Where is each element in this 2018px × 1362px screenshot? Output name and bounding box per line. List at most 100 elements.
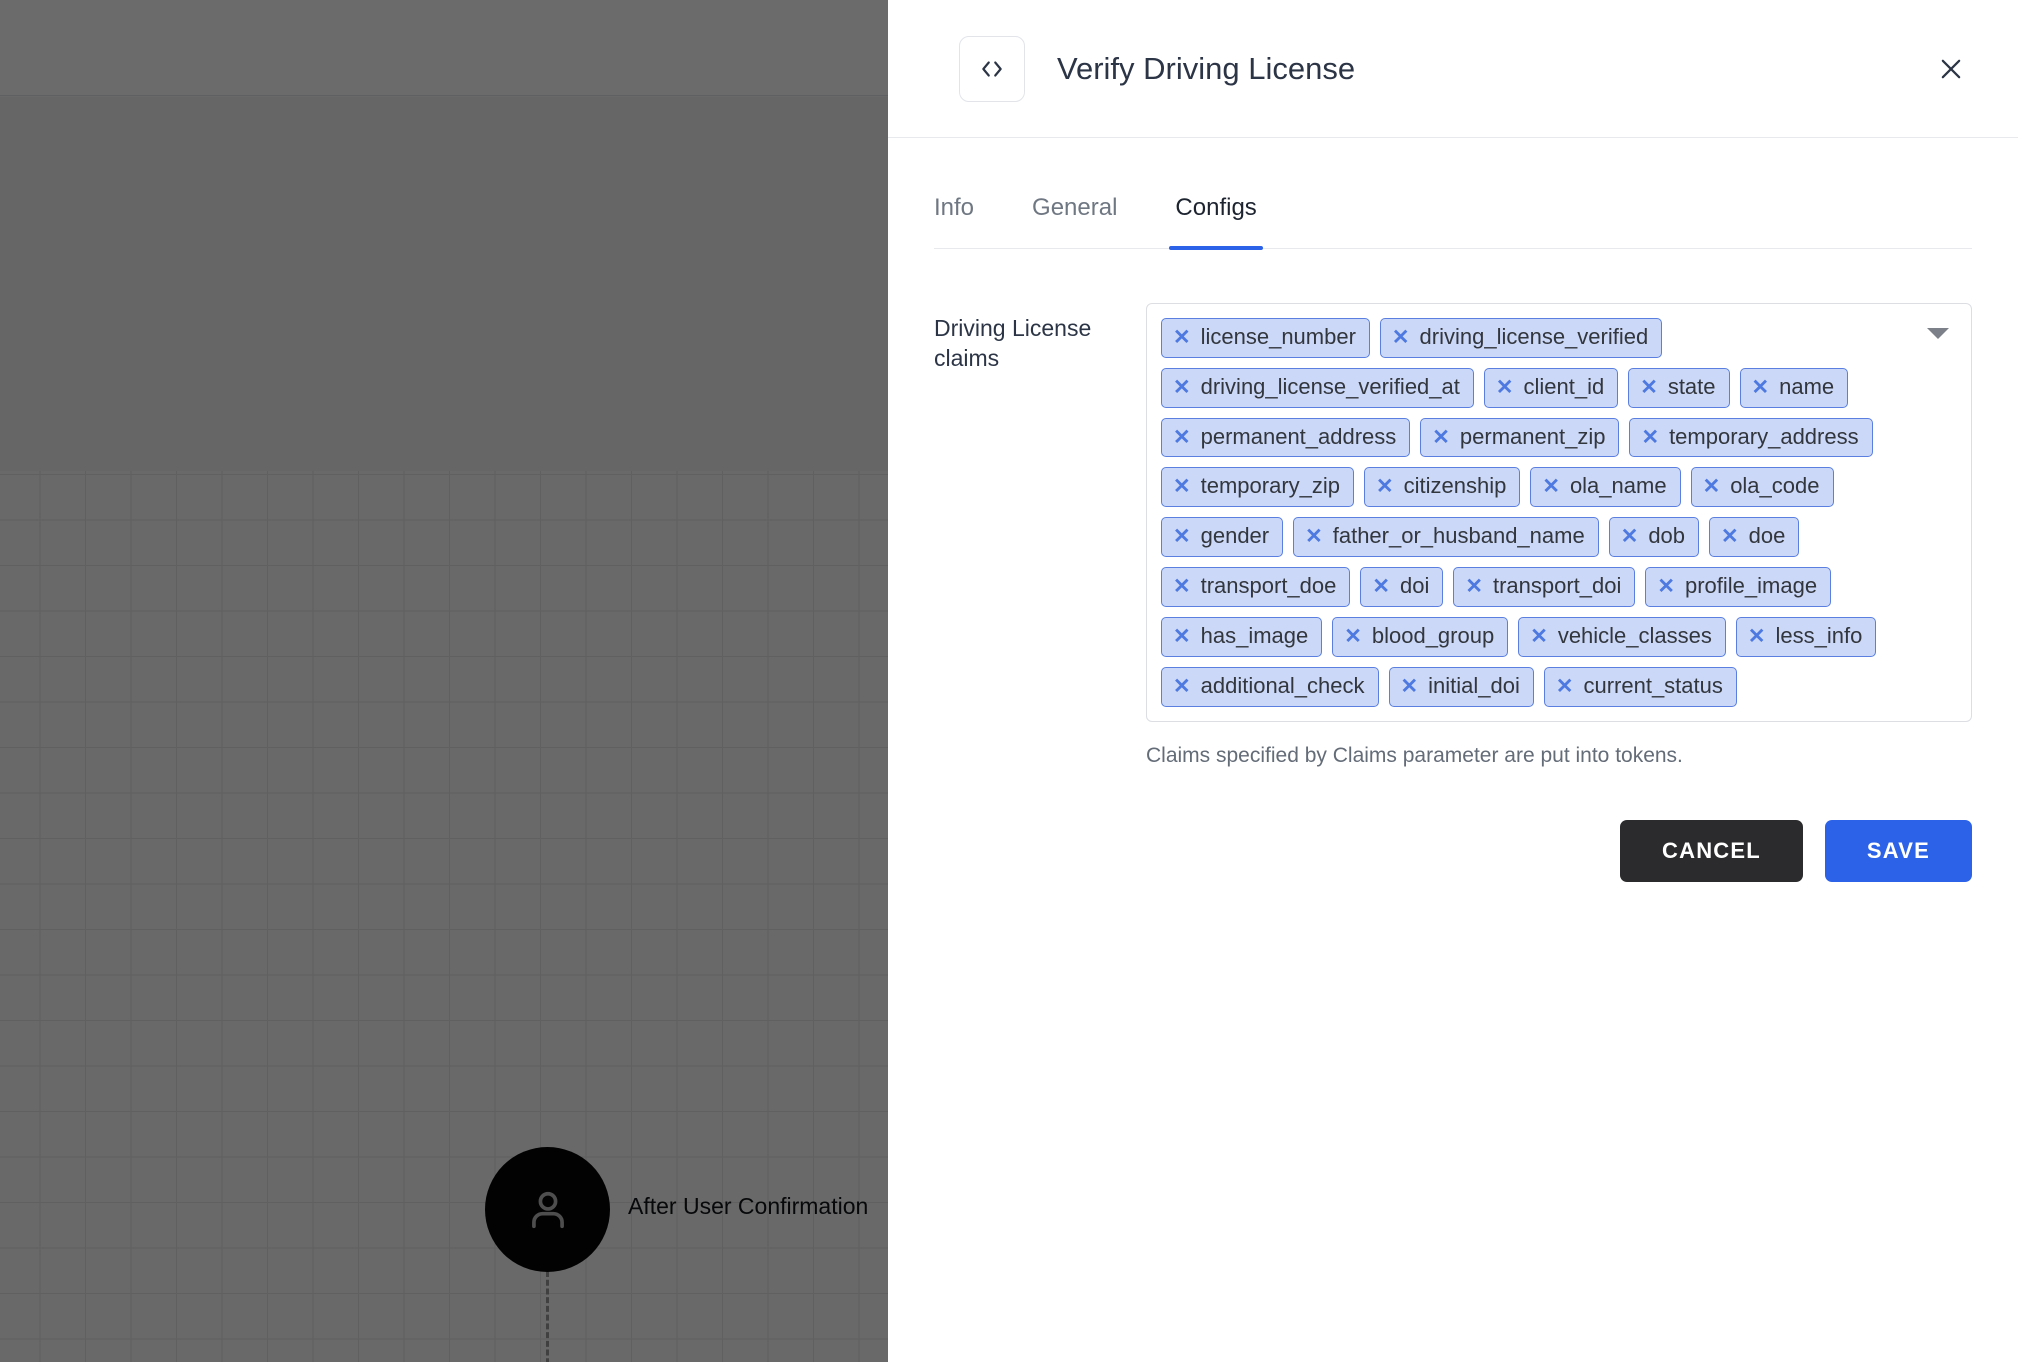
close-small-icon[interactable]: ✕ bbox=[1173, 526, 1191, 547]
tab-configs[interactable]: Configs bbox=[1169, 172, 1264, 250]
claim-chip[interactable]: ✕ additional_check bbox=[1161, 666, 1379, 707]
close-small-icon[interactable]: ✕ bbox=[1542, 476, 1560, 497]
close-small-icon[interactable]: ✕ bbox=[1305, 526, 1323, 547]
claim-chip-label: permanent_zip bbox=[1459, 423, 1606, 449]
chevron-down-icon[interactable] bbox=[1927, 328, 1949, 339]
claim-chip[interactable]: ✕ doi bbox=[1360, 567, 1444, 607]
claim-chip-label: dob bbox=[1648, 523, 1686, 549]
claims-chip-list: ✕ license_number ✕ driving_license_verified… bbox=[1161, 318, 1901, 707]
tab-info[interactable]: Info bbox=[934, 172, 974, 248]
close-small-icon[interactable]: ✕ bbox=[1657, 576, 1675, 597]
close-small-icon[interactable]: ✕ bbox=[1173, 476, 1191, 497]
claim-chip-label: ola_code bbox=[1730, 473, 1820, 499]
claim-chip[interactable]: ✕ citizenship bbox=[1364, 467, 1521, 508]
claim-chip-label: driving_license_verified bbox=[1419, 324, 1649, 349]
close-small-icon[interactable]: ✕ bbox=[1641, 427, 1659, 448]
claim-chip-label: transport_doi bbox=[1492, 573, 1622, 599]
modal-header: Verify Driving License bbox=[888, 0, 2018, 138]
claim-chip-label: state bbox=[1667, 373, 1716, 399]
claim-chip[interactable]: ✕ ola_name bbox=[1530, 467, 1681, 508]
claim-chip-label: blood_group bbox=[1371, 622, 1495, 648]
claim-chip-label: less_info bbox=[1775, 622, 1863, 648]
close-small-icon[interactable]: ✕ bbox=[1621, 526, 1639, 547]
claim-chip-label: initial_doi bbox=[1428, 672, 1520, 698]
cancel-button[interactable]: CANCEL bbox=[1620, 819, 1803, 882]
claim-chip[interactable]: ✕ dob bbox=[1608, 517, 1700, 558]
modal-body: Info General Configs Driving License cla… bbox=[888, 138, 2018, 1362]
close-small-icon[interactable]: ✕ bbox=[1173, 377, 1191, 398]
close-small-icon[interactable]: ✕ bbox=[1173, 626, 1191, 647]
close-small-icon[interactable]: ✕ bbox=[1752, 377, 1770, 398]
tab-general[interactable]: General bbox=[1032, 172, 1117, 248]
claim-chip-label: name bbox=[1779, 373, 1835, 399]
claim-chip[interactable]: ✕ client_id bbox=[1483, 367, 1619, 408]
claim-chip-label: license_number bbox=[1200, 324, 1356, 349]
claim-chip-label: transport_doe bbox=[1200, 573, 1337, 599]
driving-license-claims-label: Driving License claims bbox=[934, 315, 1092, 372]
claim-chip[interactable]: ✕ state bbox=[1628, 367, 1730, 408]
claim-chip-label: gender bbox=[1200, 523, 1270, 549]
close-small-icon[interactable]: ✕ bbox=[1721, 526, 1739, 547]
claim-chip[interactable]: ✕ name bbox=[1739, 367, 1849, 408]
claim-chip[interactable]: ✕ driving_license_verified bbox=[1379, 318, 1663, 358]
close-small-icon[interactable]: ✕ bbox=[1173, 576, 1191, 597]
claim-chip-label: doi bbox=[1399, 573, 1430, 599]
verify-driving-license-modal: Verify Driving License Info General Conf… bbox=[888, 0, 2018, 1362]
close-small-icon[interactable]: ✕ bbox=[1703, 476, 1721, 497]
claim-chip-label: citizenship bbox=[1403, 473, 1507, 499]
close-small-icon[interactable]: ✕ bbox=[1640, 377, 1658, 398]
claim-chip[interactable]: ✕ ola_code bbox=[1690, 467, 1834, 508]
claim-chip-label: current_status bbox=[1583, 672, 1723, 698]
claim-chip-label: has_image bbox=[1200, 622, 1309, 648]
claim-chip-label: vehicle_classes bbox=[1557, 622, 1712, 648]
claim-chip-label: temporary_address bbox=[1669, 423, 1859, 449]
code-brackets-icon bbox=[959, 35, 1025, 102]
claim-chip-label: ola_name bbox=[1569, 473, 1667, 499]
claim-chip[interactable]: ✕ blood_group bbox=[1332, 616, 1509, 657]
save-button[interactable]: SAVE bbox=[1824, 819, 1972, 882]
claims-helper-text: Claims specified by Claims parameter are… bbox=[1146, 743, 1683, 767]
close-small-icon[interactable]: ✕ bbox=[1173, 327, 1191, 348]
claim-chip[interactable]: ✕ temporary_zip bbox=[1161, 467, 1354, 508]
close-small-icon[interactable]: ✕ bbox=[1344, 626, 1362, 647]
claim-chip-label: permanent_address bbox=[1200, 423, 1397, 449]
close-button[interactable] bbox=[1928, 46, 1974, 92]
claim-chip[interactable]: ✕ permanent_zip bbox=[1420, 417, 1620, 458]
claim-chip[interactable]: ✕ gender bbox=[1161, 517, 1284, 558]
claim-chip[interactable]: ✕ less_info bbox=[1735, 616, 1877, 657]
claim-chip-label: father_or_husband_name bbox=[1332, 523, 1585, 549]
claim-chip-label: driving_license_verified_at bbox=[1200, 373, 1460, 399]
modal-actions: CANCEL SAVE bbox=[1146, 819, 1972, 882]
claim-chip[interactable]: ✕ driving_license_verified_at bbox=[1161, 367, 1474, 408]
close-small-icon[interactable]: ✕ bbox=[1432, 427, 1450, 448]
claim-chip[interactable]: ✕ profile_image bbox=[1645, 567, 1832, 607]
claim-chip-label: additional_check bbox=[1200, 672, 1365, 698]
close-small-icon[interactable]: ✕ bbox=[1530, 626, 1548, 647]
claim-chip[interactable]: ✕ license_number bbox=[1161, 318, 1370, 358]
claim-chip[interactable]: ✕ current_status bbox=[1543, 666, 1737, 707]
claim-chip-label: doe bbox=[1748, 523, 1786, 549]
close-small-icon[interactable]: ✕ bbox=[1372, 576, 1390, 597]
claim-chip[interactable]: ✕ initial_doi bbox=[1388, 666, 1534, 707]
close-small-icon[interactable]: ✕ bbox=[1401, 676, 1419, 697]
claim-chip[interactable]: ✕ has_image bbox=[1161, 616, 1323, 657]
claim-chip[interactable]: ✕ permanent_address bbox=[1161, 417, 1411, 458]
close-small-icon[interactable]: ✕ bbox=[1173, 427, 1191, 448]
claim-chip[interactable]: ✕ temporary_address bbox=[1629, 417, 1873, 458]
close-small-icon[interactable]: ✕ bbox=[1392, 327, 1410, 348]
tab-bar: Info General Configs bbox=[934, 172, 1972, 250]
claim-chip[interactable]: ✕ transport_doi bbox=[1453, 567, 1636, 607]
close-small-icon[interactable]: ✕ bbox=[1376, 476, 1394, 497]
claims-multiselect[interactable]: ✕ license_number ✕ driving_license_verified… bbox=[1146, 303, 1972, 722]
close-small-icon[interactable]: ✕ bbox=[1496, 377, 1514, 398]
modal-title: Verify Driving License bbox=[1057, 50, 1356, 86]
claim-chip[interactable]: ✕ vehicle_classes bbox=[1518, 616, 1726, 657]
close-small-icon[interactable]: ✕ bbox=[1748, 626, 1766, 647]
modal-overlay-scrim[interactable] bbox=[0, 0, 888, 1362]
close-small-icon[interactable]: ✕ bbox=[1465, 576, 1483, 597]
claim-chip[interactable]: ✕ transport_doe bbox=[1161, 567, 1351, 607]
claim-chip[interactable]: ✕ father_or_husband_name bbox=[1293, 517, 1599, 558]
close-small-icon[interactable]: ✕ bbox=[1173, 676, 1191, 697]
close-small-icon[interactable]: ✕ bbox=[1556, 676, 1574, 697]
claim-chip[interactable]: ✕ doe bbox=[1709, 517, 1800, 558]
